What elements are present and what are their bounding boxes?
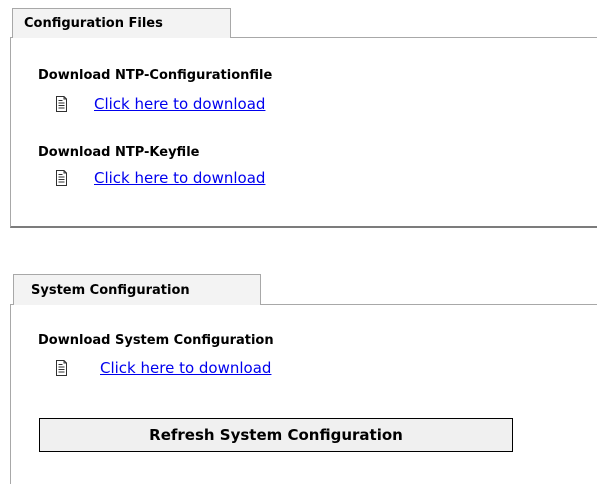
tab-configuration-files[interactable]: Configuration Files — [12, 8, 231, 38]
document-icon — [56, 96, 67, 112]
ntp-keyfile-download-row: Click here to download — [56, 168, 265, 188]
configuration-files-panel — [10, 37, 597, 228]
ntp-keyfile-download-link[interactable]: Click here to download — [94, 168, 265, 188]
ntp-config-download-link[interactable]: Click here to download — [94, 94, 265, 114]
tab-system-configuration-label: System Configuration — [31, 283, 190, 298]
ntp-keyfile-heading: Download NTP-Keyfile — [38, 145, 200, 160]
refresh-system-configuration-button[interactable]: Refresh System Configuration — [39, 418, 513, 452]
ntp-config-download-row: Click here to download — [56, 94, 265, 114]
system-configuration-panel — [10, 304, 597, 484]
tab-configuration-files-label: Configuration Files — [24, 16, 163, 31]
ntp-config-heading: Download NTP-Configurationfile — [38, 68, 273, 83]
system-config-heading: Download System Configuration — [38, 333, 274, 348]
document-icon — [56, 360, 67, 376]
system-config-download-row: Click here to download — [56, 358, 271, 378]
document-icon — [56, 170, 67, 186]
system-config-download-link[interactable]: Click here to download — [100, 358, 271, 378]
tab-system-configuration[interactable]: System Configuration — [13, 274, 261, 305]
